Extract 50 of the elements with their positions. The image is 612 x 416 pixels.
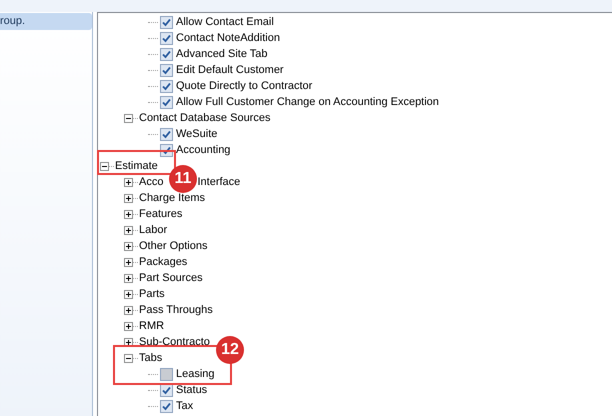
expand-icon[interactable] xyxy=(124,322,133,330)
checkbox[interactable] xyxy=(160,16,173,28)
tree-node-label[interactable]: Packages xyxy=(139,254,188,270)
checkbox[interactable] xyxy=(160,48,173,60)
tree-node-label[interactable]: Parts xyxy=(139,286,165,302)
checkbox[interactable] xyxy=(160,64,173,76)
expand-icon[interactable] xyxy=(124,338,133,346)
tree-node-label[interactable]: Charge Items xyxy=(139,190,206,206)
tree-node-label[interactable]: RMR xyxy=(139,318,164,334)
tree-node-label[interactable]: Features xyxy=(139,206,182,222)
sidebar-item[interactable]: roup. xyxy=(0,13,92,30)
option-label[interactable]: Accounting xyxy=(176,142,230,158)
option-label[interactable]: WeSuite xyxy=(176,126,218,142)
checkbox[interactable] xyxy=(160,80,173,92)
expand-icon[interactable] xyxy=(124,306,133,314)
tree-node-label[interactable]: Sub-Contracto xyxy=(139,334,210,350)
option-label[interactable]: Tax xyxy=(176,398,194,414)
option-label[interactable]: Edit Default Customer xyxy=(176,62,284,78)
checkbox[interactable] xyxy=(160,96,173,108)
expand-icon[interactable] xyxy=(124,258,133,266)
collapse-icon[interactable] xyxy=(124,114,133,122)
option-label[interactable]: Status xyxy=(176,382,208,398)
collapse-icon[interactable] xyxy=(100,162,109,170)
option-label[interactable]: Contact NoteAddition xyxy=(176,30,280,46)
expand-icon[interactable] xyxy=(124,178,133,186)
collapse-icon[interactable] xyxy=(124,354,133,362)
expand-icon[interactable] xyxy=(124,226,133,234)
expand-icon[interactable] xyxy=(124,194,133,202)
expand-icon[interactable] xyxy=(124,242,133,250)
expand-icon[interactable] xyxy=(124,210,133,218)
tree-node-label[interactable]: Interface xyxy=(197,174,240,190)
tree-node-label[interactable]: Estimate xyxy=(115,158,158,174)
option-label[interactable]: Allow Contact Email xyxy=(176,14,274,30)
tree-node-label[interactable]: Acco xyxy=(139,174,164,190)
checkbox[interactable] xyxy=(160,368,173,380)
tree-node-label[interactable]: Pass Throughs xyxy=(139,302,213,318)
checkbox[interactable] xyxy=(160,400,173,412)
option-label[interactable]: Quote Directly to Contractor xyxy=(176,78,312,94)
checkbox[interactable] xyxy=(160,128,173,140)
tree-node-label[interactable]: Other Options xyxy=(139,238,208,254)
tree-node-label[interactable]: Labor xyxy=(139,222,168,238)
expand-icon[interactable] xyxy=(124,290,133,298)
tree-node-label[interactable]: Contact Database Sources xyxy=(139,110,270,126)
option-label[interactable]: Advanced Site Tab xyxy=(176,46,268,62)
tree-node-label[interactable]: Tabs xyxy=(139,350,162,366)
option-label[interactable]: Leasing xyxy=(176,366,215,382)
option-label[interactable]: Allow Full Customer Change on Accounting Exception xyxy=(176,94,439,110)
expand-icon[interactable] xyxy=(124,274,133,282)
checkbox[interactable] xyxy=(160,32,173,44)
tree-node-label[interactable]: Part Sources xyxy=(139,270,203,286)
